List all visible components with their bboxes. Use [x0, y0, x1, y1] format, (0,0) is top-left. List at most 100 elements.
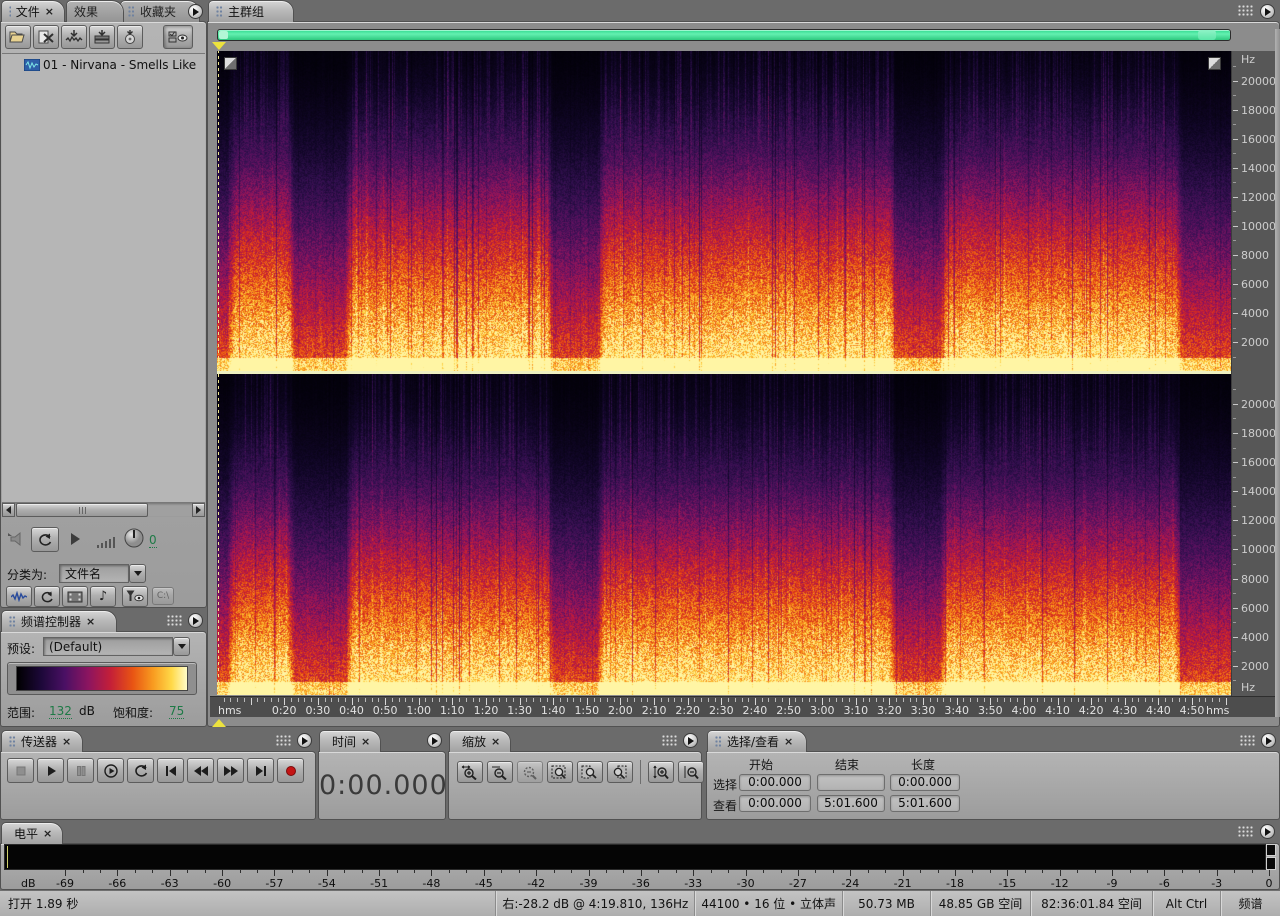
volume-bars-icon[interactable]: [97, 535, 119, 548]
fast-forward-button[interactable]: [217, 758, 244, 783]
auto-play-speaker-icon[interactable]: [7, 531, 27, 547]
spectral-gradient-frame[interactable]: [7, 662, 197, 695]
loop-playback-button[interactable]: [31, 527, 59, 552]
pause-button[interactable]: [67, 758, 94, 783]
scrollbar-right-cap[interactable]: [1198, 30, 1216, 40]
timeline-scrollbar[interactable]: [217, 29, 1231, 41]
scrollbar-left-cap[interactable]: [219, 31, 228, 39]
auto-play-volume-value[interactable]: 0: [149, 533, 157, 548]
zoom-to-selection-button[interactable]: [547, 761, 573, 783]
rewind-button[interactable]: [187, 758, 214, 783]
volume-knob[interactable]: [123, 527, 145, 549]
close-tab-icon[interactable]: ×: [45, 6, 54, 17]
zoom-out-horizontal-button[interactable]: [487, 761, 513, 783]
range-value[interactable]: 132: [49, 704, 72, 719]
selection-handle-top-left[interactable]: [224, 57, 237, 70]
go-to-end-button[interactable]: [247, 758, 274, 783]
selection-length-field[interactable]: 0:00.000: [890, 774, 960, 791]
record-button[interactable]: [277, 758, 304, 783]
view-length-field[interactable]: 5:01.600: [890, 795, 960, 812]
freq-label: 14000: [1241, 485, 1276, 499]
clip-indicator-left[interactable]: [1266, 844, 1276, 856]
clip-indicator-right[interactable]: [1266, 857, 1276, 870]
panel-menu-button[interactable]: [188, 613, 203, 628]
sort-by-dropdown[interactable]: 文件名: [59, 564, 129, 583]
scroll-thumb[interactable]: [16, 503, 148, 517]
close-tab-icon[interactable]: ×: [62, 736, 71, 747]
close-tab-icon[interactable]: ×: [491, 736, 500, 747]
show-loop-files-button[interactable]: [34, 586, 60, 607]
zoom-in-horizontal-button[interactable]: [457, 761, 483, 783]
close-tab-icon[interactable]: ×: [361, 736, 370, 747]
sort-by-dropdown-button[interactable]: [129, 564, 146, 583]
close-tab-icon[interactable]: ×: [86, 616, 95, 627]
time-ruler[interactable]: hms 0:20 0:30 0:40 0:50 1:00 1:10 1:20 1:30 1:40 1…: [210, 696, 1275, 717]
playhead-line[interactable]: [218, 51, 219, 695]
tab-files[interactable]: 文件 ×: [1, 0, 65, 22]
tab-main-group[interactable]: 主群组: [208, 0, 294, 22]
panel-menu-button[interactable]: [1260, 824, 1275, 839]
zoom-out-vertical-button[interactable]: [678, 761, 704, 783]
selection-handle-top-right[interactable]: [1208, 57, 1221, 70]
filter-view-button[interactable]: [122, 586, 148, 607]
panel-menu-button[interactable]: [683, 733, 698, 748]
show-midi-files-button[interactable]: ♪: [90, 586, 116, 607]
tab-effects[interactable]: 效果: [66, 0, 124, 22]
playhead-bottom-marker[interactable]: [212, 719, 226, 727]
zoom-selection-left-button[interactable]: [577, 761, 603, 783]
level-meter-bar[interactable]: [4, 844, 1266, 870]
show-video-files-button[interactable]: [62, 586, 88, 607]
file-list-item[interactable]: 01 - Nirvana - Smells Like: [2, 57, 205, 73]
drive-button[interactable]: C:\: [152, 587, 174, 605]
play-file-icon[interactable]: [71, 533, 80, 545]
frequency-axis[interactable]: Hz 20000 18000 16000 14000 12000 10000 8000 6000…: [1231, 51, 1276, 696]
time-display[interactable]: 0:00.000: [319, 770, 447, 801]
tab-levels[interactable]: 电平 ×: [1, 822, 63, 844]
view-start-field[interactable]: 0:00.000: [739, 795, 811, 812]
insert-into-cd-button[interactable]: [117, 25, 143, 49]
panel-menu-button[interactable]: [188, 4, 203, 19]
play-button[interactable]: [37, 758, 64, 783]
selection-end-field[interactable]: [817, 774, 885, 791]
zoom-out-full-button[interactable]: [517, 761, 543, 783]
status-display-mode[interactable]: 频谱: [1220, 891, 1280, 916]
go-to-beginning-button[interactable]: [157, 758, 184, 783]
preset-dropdown-button[interactable]: [173, 637, 190, 656]
freq-minor-tick: [1233, 651, 1236, 653]
panel-menu-button[interactable]: [1260, 4, 1275, 19]
spectrogram-channel-left[interactable]: [217, 51, 1231, 371]
ruler-tick: [963, 698, 965, 702]
panel-menu-button[interactable]: [1261, 733, 1276, 748]
tab-spectral-controls[interactable]: 频谱控制器 ×: [1, 610, 117, 632]
preset-dropdown[interactable]: (Default): [43, 637, 173, 656]
panel-menu-button[interactable]: [297, 733, 312, 748]
close-tab-icon[interactable]: ×: [43, 828, 52, 839]
selection-start-field[interactable]: 0:00.000: [739, 774, 811, 791]
zoom-selection-right-button[interactable]: [607, 761, 633, 783]
ruler-tick: [1178, 698, 1180, 702]
play-looped-button[interactable]: [127, 758, 154, 783]
insert-into-multitrack-button[interactable]: [89, 25, 115, 49]
import-file-button[interactable]: [61, 25, 87, 49]
panel-menu-button[interactable]: [427, 733, 442, 748]
tab-zoom[interactable]: 缩放 ×: [449, 730, 511, 752]
close-tab-icon[interactable]: ×: [784, 736, 793, 747]
tab-selection-view[interactable]: 选择/查看 ×: [707, 730, 807, 752]
tab-time[interactable]: 时间 ×: [319, 730, 381, 752]
playhead-top-marker[interactable]: [212, 42, 226, 50]
file-list-hscrollbar[interactable]: [2, 503, 205, 517]
stop-button[interactable]: [7, 758, 34, 783]
play-from-cursor-button[interactable]: [97, 758, 124, 783]
show-options-button[interactable]: [163, 25, 193, 49]
view-end-field[interactable]: 5:01.600: [817, 795, 885, 812]
zoom-in-vertical-button[interactable]: [648, 761, 674, 783]
show-audio-files-button[interactable]: [6, 586, 32, 607]
ruler-tick: [378, 698, 380, 702]
spectrogram-channel-right[interactable]: [217, 374, 1231, 695]
open-file-button[interactable]: [5, 25, 31, 49]
tab-transport[interactable]: 传送器 ×: [1, 730, 83, 752]
scroll-right-arrow[interactable]: [192, 503, 205, 517]
saturation-value[interactable]: 75: [169, 704, 185, 719]
close-file-button[interactable]: [33, 25, 59, 49]
scroll-left-arrow[interactable]: [2, 503, 15, 517]
